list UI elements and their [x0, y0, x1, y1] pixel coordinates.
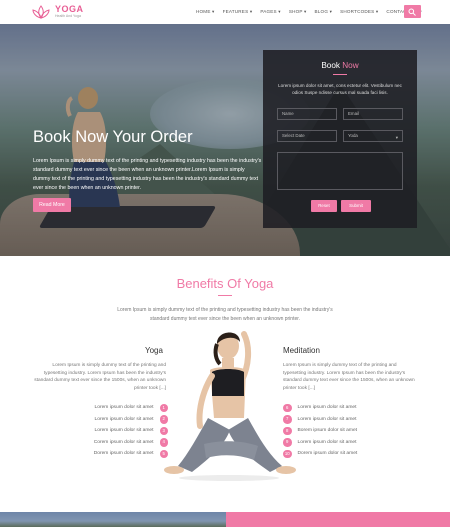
list-item: Lorem ipsum dolor sit amet 3: [60, 425, 168, 437]
nav-blog[interactable]: BLOG ▾: [315, 9, 333, 15]
booking-form: Book Now Lorem ipsum dolor sit amet, con…: [263, 50, 417, 228]
booking-title-accent: Now: [342, 61, 359, 70]
nav-pages[interactable]: PAGES ▾: [260, 9, 280, 15]
yoga-text: Lorem Ipsum is simply dummy text of the …: [34, 363, 166, 391]
list-item-label: Dorem ipsum dolor sit amet: [93, 451, 154, 457]
name-field[interactable]: Name: [277, 108, 337, 120]
footer-accent-strip: [226, 512, 450, 527]
class-select-value: Yoda: [348, 133, 358, 138]
benefits-intro: Lorem Ipsum is simply dummy text of the …: [117, 307, 333, 322]
chevron-down-icon: ▾: [395, 135, 398, 140]
date-field[interactable]: Select Date: [277, 130, 337, 142]
nav-shop[interactable]: SHOP ▾: [289, 9, 307, 15]
logo-title: YOGA: [55, 4, 84, 14]
nav-shortcodes[interactable]: SHORTCODES ▾: [340, 9, 378, 15]
meditation-text: Lorem Ipsum is simply dummy text of the …: [283, 363, 415, 391]
divider: [218, 295, 232, 296]
read-more-button[interactable]: Read More: [33, 198, 71, 212]
yoga-pose-image: [164, 331, 296, 481]
class-select[interactable]: Yoda ▾: [343, 130, 403, 142]
hero-text: Lorem Ipsum is simply dummy text of the …: [33, 158, 262, 191]
list-item: Dorem ipsum dolor sit amet 5: [60, 448, 168, 460]
divider: [333, 74, 347, 75]
list-item-label: Lorem ipsum dolor sit amet: [297, 416, 357, 422]
search-icon: [408, 8, 416, 16]
booking-text: Lorem ipsum dolor sit amet, cons ectetur…: [278, 83, 402, 95]
list-item: Corem ipsum dolor sit amet 4: [60, 437, 168, 449]
lotus-icon: [32, 5, 50, 19]
hero-title: Book Now Your Order: [33, 128, 193, 146]
list-item-label: Borem ipsum dolor sit amet: [297, 428, 358, 434]
booking-title-main: Book: [321, 61, 343, 70]
benefits-title: Benefits Of Yoga: [176, 276, 274, 291]
reset-button[interactable]: Reset: [311, 200, 337, 212]
booking-title: Book Now: [263, 61, 417, 70]
list-item-label: Lorem ipsum dolor sit amet: [94, 416, 154, 422]
main-nav: HOME ▾ FEATURES ▾ PAGES ▾ SHOP ▾ BLOG ▾ …: [196, 9, 430, 15]
message-field[interactable]: [277, 152, 403, 190]
list-item-label: Lorem ipsum dolor sit amet: [297, 439, 357, 445]
yoga-list: Lorem ipsum dolor sit amet 1 Lorem ipsum …: [60, 402, 168, 460]
list-item-label: Lorem ipsum dolor sit amet: [297, 405, 357, 411]
list-item-label: Lorem ipsum dolor sit amet: [94, 428, 154, 434]
list-item-label: Corem ipsum dolor sit amet: [93, 439, 154, 445]
submit-button[interactable]: Submit: [341, 200, 371, 212]
site-header: YOGA Health And Yoga HOME ▾ FEATURES ▾ P…: [0, 0, 450, 24]
list-item-label: Dorem ipsum dolor sit amet: [297, 451, 358, 457]
search-button[interactable]: [404, 5, 421, 18]
logo[interactable]: YOGA Health And Yoga: [30, 4, 84, 20]
logo-tagline: Health And Yoga: [55, 14, 81, 18]
nav-features[interactable]: FEATURES ▾: [223, 9, 253, 15]
list-item: Lorem ipsum dolor sit amet 1: [60, 402, 168, 414]
list-item-label: Lorem ipsum dolor sit amet: [94, 405, 154, 411]
footer-image-strip: [0, 512, 226, 527]
email-field[interactable]: Email: [343, 108, 403, 120]
nav-home[interactable]: HOME ▾: [196, 9, 215, 15]
list-item: Lorem ipsum dolor sit amet 2: [60, 414, 168, 426]
